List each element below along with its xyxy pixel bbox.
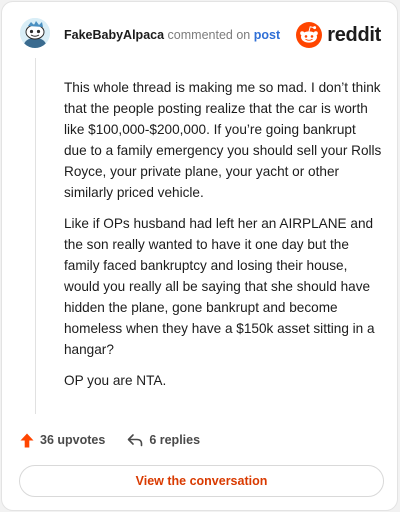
comment-card: FakeBabyAlpaca commented on post reddit … [1, 1, 398, 511]
view-conversation-button[interactable]: View the conversation [19, 465, 384, 497]
snoo-avatar-icon [20, 18, 50, 48]
comment-body: This whole thread is making me so mad. I… [64, 77, 382, 401]
upvote-count: 36 upvotes [40, 433, 106, 447]
post-link[interactable]: post [254, 28, 280, 42]
comment-actions: 36 upvotes 6 replies [20, 430, 200, 450]
comment-header: FakeBabyAlpaca commented on post reddit [2, 2, 397, 66]
comment-meta: FakeBabyAlpaca commented on post [64, 27, 280, 43]
comment-paragraph: OP you are NTA. [64, 373, 167, 388]
reply-count: 6 replies [149, 433, 201, 447]
upvote-arrow-icon [20, 433, 34, 447]
reddit-snoo-icon [296, 22, 323, 48]
reply-arrow-icon [128, 434, 143, 447]
thread-line [35, 58, 36, 414]
user-avatar[interactable] [20, 18, 50, 48]
upvote-button[interactable]: 36 upvotes [20, 433, 105, 448]
commented-on-text: commented on [167, 28, 251, 42]
replies-button[interactable]: 6 replies [127, 433, 200, 447]
username-link[interactable]: FakeBabyAlpaca [64, 28, 164, 42]
comment-paragraph: Like if OPs husband had left her an AIRP… [64, 216, 375, 357]
comment-paragraph: This whole thread is making me so mad. I… [64, 80, 382, 200]
reddit-logo[interactable]: reddit [296, 22, 381, 48]
reddit-wordmark: reddit [327, 23, 381, 46]
